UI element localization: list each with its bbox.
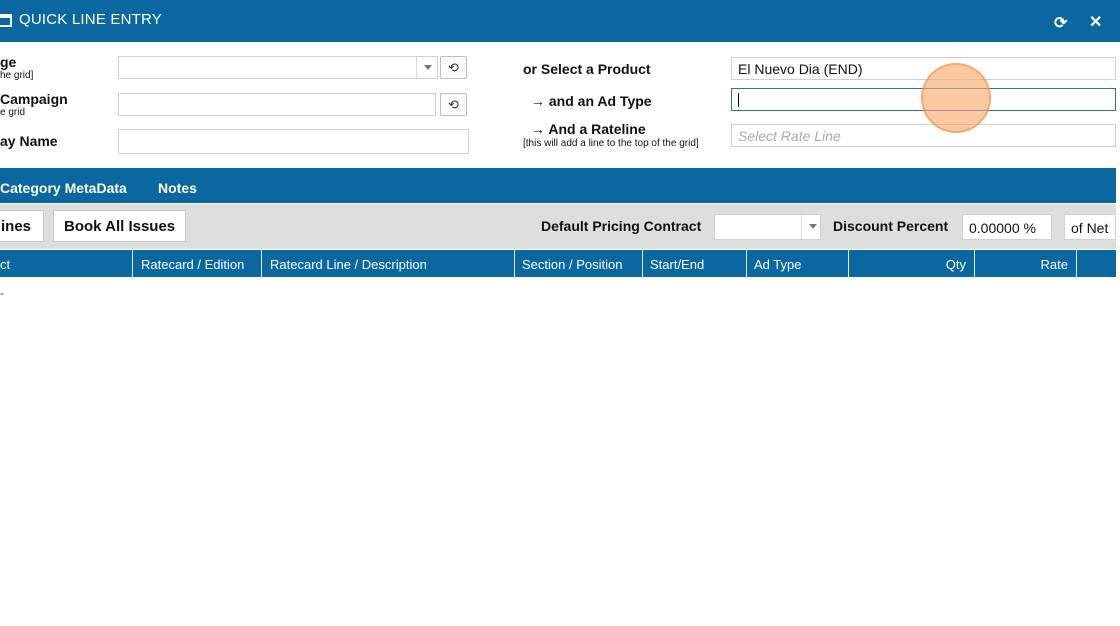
refresh-icon[interactable]: ⟳ <box>1054 13 1067 33</box>
col-start-end[interactable]: Start/End <box>643 250 747 277</box>
discount-percent-label: Discount Percent <box>833 218 949 234</box>
col-ratecard-line[interactable]: Ratecard Line / Description <box>262 250 515 277</box>
of-net-select[interactable]: of Net <box>1064 214 1116 240</box>
tab-notes[interactable]: Notes <box>158 180 197 196</box>
col-qty[interactable]: Qty <box>849 250 975 277</box>
chevron-down-icon[interactable] <box>416 56 438 79</box>
window-title: QUICK LINE ENTRY <box>19 11 162 28</box>
tab-category-metadata[interactable]: Category MetaData <box>0 180 127 196</box>
campaign-input[interactable] <box>118 93 436 116</box>
discount-percent-input[interactable]: 0.00000 % <box>962 214 1052 240</box>
click-indicator <box>921 63 991 133</box>
rateline-placeholder: Select Rate Line <box>738 128 841 144</box>
lines-button[interactable]: ines <box>0 210 44 242</box>
book-all-issues-button[interactable]: Book All Issues <box>53 210 187 242</box>
campaign-label: Campaign <box>0 91 68 107</box>
text-caret <box>738 93 739 107</box>
grid-row-placeholder: - <box>0 286 4 300</box>
package-sublabel: he grid] <box>0 70 34 81</box>
chevron-down-icon[interactable] <box>801 215 823 239</box>
product-select[interactable]: El Nuevo Dia (END) <box>731 57 1116 80</box>
reload-campaign-icon[interactable]: ⟲ <box>440 93 467 116</box>
window-icon <box>0 14 12 27</box>
col-ad-type[interactable]: Ad Type <box>747 250 849 277</box>
product-label: or Select a Product <box>523 61 651 77</box>
col-ratecard-edition[interactable]: Ratecard / Edition <box>133 250 262 277</box>
toolbar: ines Book All Issues Default Pricing Con… <box>0 204 1116 249</box>
close-icon[interactable]: ✕ <box>1089 12 1102 32</box>
rateline-note: [this will add a line to the top of the … <box>523 138 699 149</box>
package-label: ge <box>0 54 17 70</box>
reload-package-icon[interactable]: ⟲ <box>440 56 467 79</box>
col-section-position[interactable]: Section / Position <box>515 250 643 277</box>
col-product[interactable]: ct <box>0 250 133 277</box>
rateline-select[interactable]: Select Rate Line <box>731 124 1116 147</box>
display-name-label: ay Name <box>0 133 58 149</box>
col-rate[interactable]: Rate <box>975 250 1077 277</box>
pricing-contract-label: Default Pricing Contract <box>541 218 702 234</box>
grid-header: ct Ratecard / Edition Ratecard Line / De… <box>0 250 1116 277</box>
display-name-input[interactable] <box>118 129 469 154</box>
tab-bar: Category MetaData Notes <box>0 168 1116 203</box>
ad-type-label: → and an Ad Type <box>531 93 652 109</box>
package-select[interactable] <box>118 56 438 79</box>
title-bar: QUICK LINE ENTRY ⟳ ✕ <box>0 0 1120 42</box>
campaign-sublabel: e grid <box>0 107 26 118</box>
rateline-label: → And a Rateline <box>531 121 646 137</box>
